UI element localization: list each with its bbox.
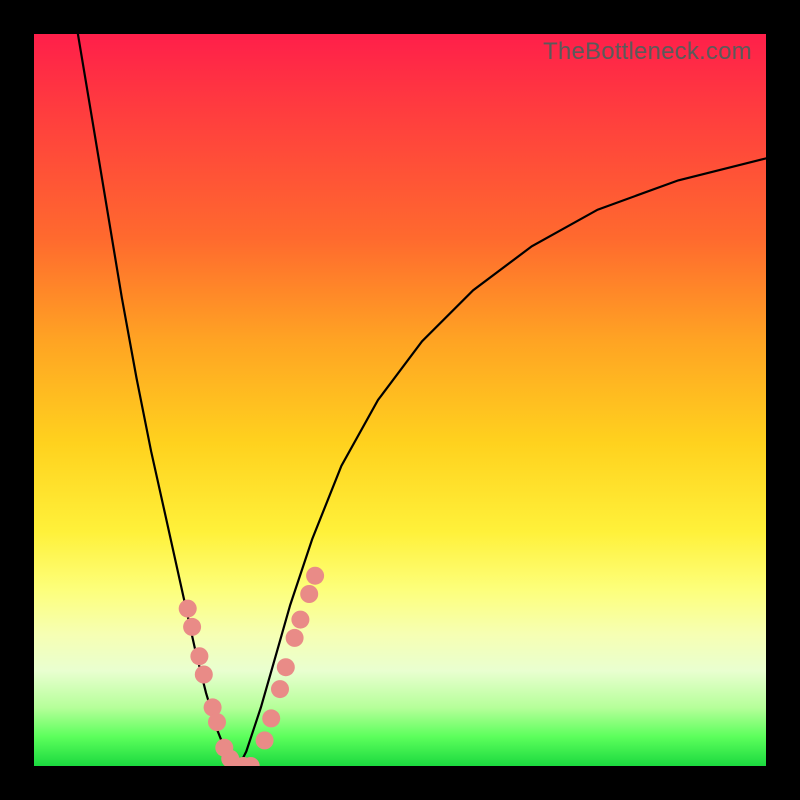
marker-dot	[208, 713, 226, 731]
marker-dot	[242, 757, 260, 766]
marker-dot	[190, 647, 208, 665]
chart-svg	[34, 34, 766, 766]
marker-dot	[306, 567, 324, 585]
marker-dot	[277, 658, 295, 676]
marker-dot	[179, 600, 197, 618]
markers-left	[179, 600, 260, 766]
markers-right	[256, 567, 325, 750]
marker-dot	[234, 757, 252, 766]
marker-dot	[262, 709, 280, 727]
marker-dot	[204, 698, 222, 716]
outer-frame: TheBottleneck.com	[0, 0, 800, 800]
marker-dot	[271, 680, 289, 698]
marker-dot	[221, 750, 239, 766]
plot-area: TheBottleneck.com	[34, 34, 766, 766]
marker-dot	[256, 731, 274, 749]
marker-dot	[215, 739, 233, 757]
marker-dot	[227, 757, 245, 766]
marker-dot	[195, 666, 213, 684]
watermark-text: TheBottleneck.com	[543, 38, 752, 66]
marker-dot	[291, 611, 309, 629]
marker-dot	[300, 585, 318, 603]
marker-dot	[183, 618, 201, 636]
marker-dot	[286, 629, 304, 647]
curve-right-branch	[239, 158, 766, 766]
curve-left-branch	[78, 34, 239, 766]
